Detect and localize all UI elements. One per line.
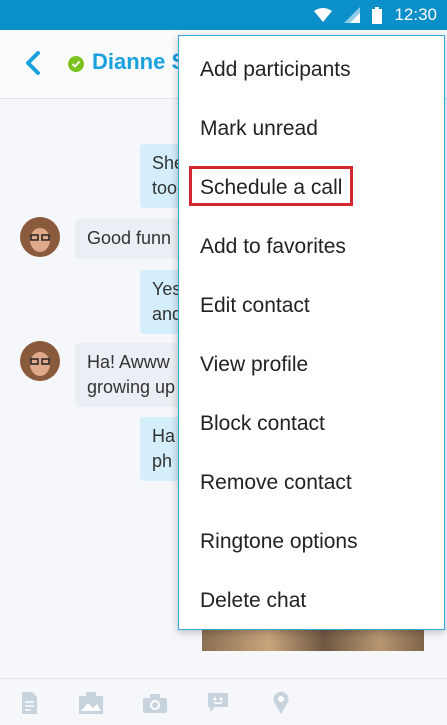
menu-item-delete-chat[interactable]: Delete chat — [179, 571, 444, 630]
menu-item-label: Ringtone options — [200, 530, 358, 553]
menu-item-label: View profile — [200, 353, 309, 376]
shared-photo[interactable] — [202, 629, 424, 651]
menu-item-label: Remove contact — [200, 471, 352, 494]
back-arrow-icon[interactable] — [22, 50, 46, 76]
menu-item-label: Edit contact — [200, 294, 310, 317]
menu-item-ringtone-options[interactable]: Ringtone options — [179, 512, 444, 571]
location-icon[interactable] — [268, 691, 294, 715]
status-icons: 12:30 — [314, 0, 437, 30]
menu-item-label: Add to favorites — [200, 235, 346, 258]
file-icon[interactable] — [16, 691, 42, 715]
battery-icon — [372, 6, 383, 24]
menu-item-label: Block contact — [200, 412, 325, 435]
avatar[interactable] — [20, 217, 60, 257]
menu-item-edit-contact[interactable]: Edit contact — [179, 276, 444, 335]
menu-item-block-contact[interactable]: Block contact — [179, 394, 444, 453]
image-icon[interactable] — [78, 691, 104, 715]
menu-item-add-participants[interactable]: Add participants — [179, 40, 444, 99]
menu-item-label: Delete chat — [200, 589, 307, 612]
avatar[interactable] — [20, 341, 60, 381]
avatar-icon — [20, 217, 60, 257]
contact-name[interactable]: Dianne S — [92, 49, 182, 75]
menu-item-label: Mark unread — [200, 117, 318, 140]
signal-icon — [344, 7, 361, 23]
menu-item-add-to-favorites[interactable]: Add to favorites — [179, 217, 444, 276]
avatar-icon — [20, 341, 60, 381]
emoticon-icon[interactable] — [205, 691, 231, 715]
compose-toolbar — [0, 678, 447, 725]
menu-item-mark-unread[interactable]: Mark unread — [179, 99, 444, 158]
status-time: 12:30 — [394, 5, 437, 24]
wifi-icon — [314, 8, 333, 22]
presence-online-icon — [68, 56, 84, 72]
contact-options-menu: Add participants Mark unread Schedule a … — [178, 35, 445, 630]
highlight-annotation — [189, 166, 353, 206]
menu-item-remove-contact[interactable]: Remove contact — [179, 453, 444, 512]
menu-item-view-profile[interactable]: View profile — [179, 335, 444, 394]
menu-item-label: Add participants — [200, 58, 351, 81]
status-bar: 12:30 — [0, 0, 447, 30]
camera-icon[interactable] — [142, 691, 168, 715]
